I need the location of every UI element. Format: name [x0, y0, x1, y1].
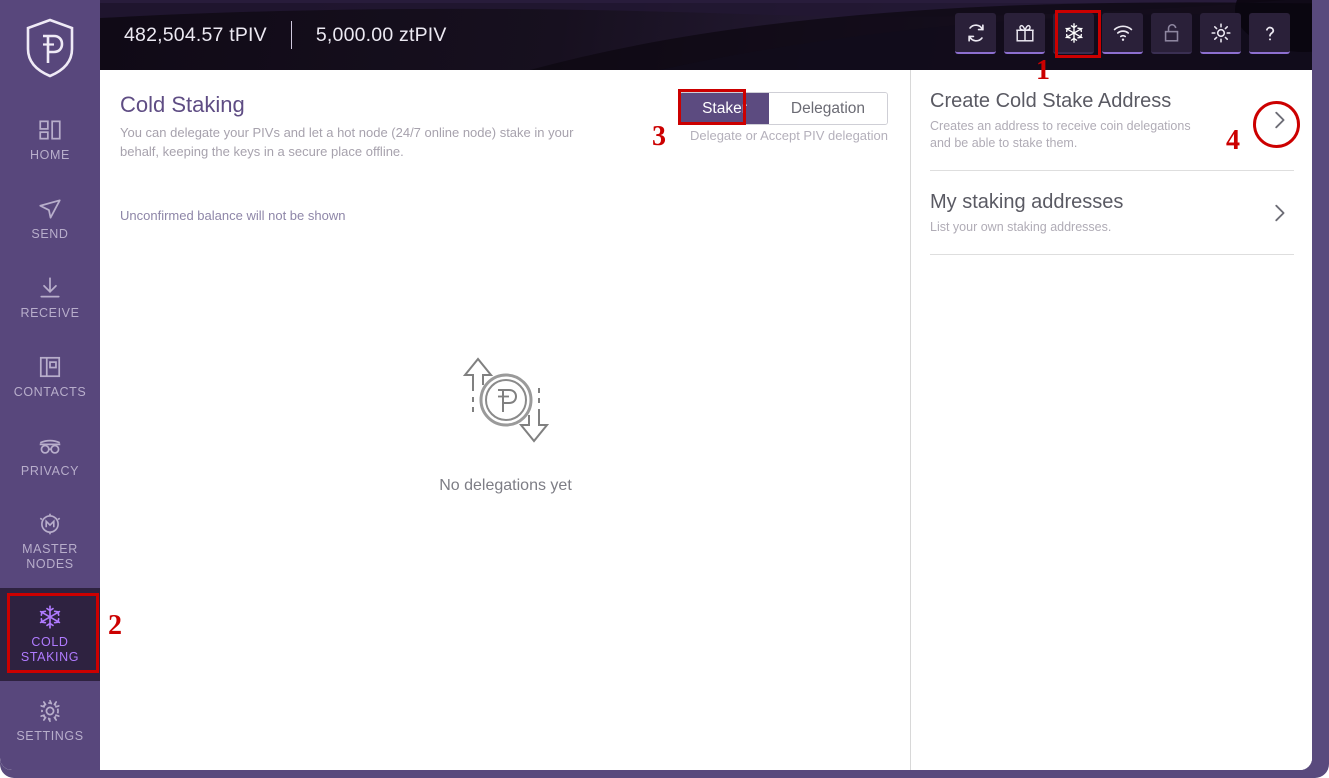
sidebar-item-label: MASTER NODES [22, 542, 78, 571]
main-panel: Cold Staking You can delegate your PIVs … [100, 70, 911, 770]
empty-state-text: No delegations yet [439, 477, 572, 494]
pivx-coin-exchange-arrows-icon [451, 345, 561, 455]
header-toolbar-gift-button[interactable] [1004, 13, 1045, 54]
tab-staker[interactable]: Staker [680, 93, 769, 124]
app-logo [0, 0, 100, 100]
balance-separator [290, 21, 292, 49]
snowflake-icon [37, 604, 63, 630]
page-subtitle: You can delegate your PIVs and let a hot… [120, 125, 574, 159]
wifi-icon [1112, 22, 1134, 44]
sidebar-item-receive[interactable]: RECEIVE [0, 258, 100, 337]
header-toolbar-help-button[interactable] [1249, 13, 1290, 54]
app-window: HOME SEND RECEIVE CONTACTS PRIVACY MASTE… [0, 0, 1329, 778]
sidebar: HOME SEND RECEIVE CONTACTS PRIVACY MASTE… [0, 0, 100, 770]
sync-refresh-icon [965, 22, 987, 44]
header-toolbar-connection-button[interactable] [1102, 13, 1143, 54]
header-toolbar-theme-button[interactable] [1200, 13, 1241, 54]
sidebar-item-contacts[interactable]: CONTACTS [0, 337, 100, 416]
snowflake-icon [1063, 22, 1085, 44]
sidebar-item-coldstaking[interactable]: COLD STAKING [0, 588, 100, 681]
page-title: Cold Staking [120, 92, 245, 117]
sidebar-item-privacy[interactable]: PRIVACY [0, 416, 100, 495]
sidebar-item-masternodes[interactable]: MASTER NODES [0, 495, 100, 588]
sidebar-item-label: SEND [31, 226, 69, 241]
my-staking-addresses-row[interactable]: My staking addresses List your own staki… [930, 171, 1294, 255]
sidebar-item-home[interactable]: HOME [0, 100, 100, 179]
sidebar-item-label: CONTACTS [13, 384, 87, 399]
header-toolbar [955, 13, 1290, 54]
masternode-icon [37, 511, 63, 537]
create-cold-stake-address-desc: Creates an address to receive coin deleg… [930, 119, 1191, 150]
sidebar-item-settings[interactable]: SETTINGS [0, 681, 100, 760]
tab-group: Staker Delegation [679, 92, 888, 125]
my-staking-addresses-desc: List your own staking addresses. [930, 220, 1112, 234]
unconfirmed-balance-notice: Unconfirmed balance will not be shown [120, 208, 346, 223]
window-frame: HOME SEND RECEIVE CONTACTS PRIVACY MASTE… [0, 0, 1329, 778]
send-icon [37, 196, 63, 222]
my-staking-addresses-chevron[interactable] [1268, 202, 1290, 224]
tab-delegation[interactable]: Delegation [768, 93, 887, 124]
header-bar: 482,504.57 tPIV 5,000.00 ztPIV [100, 0, 1312, 70]
gift-icon [1014, 22, 1036, 44]
sidebar-item-label: COLD STAKING [20, 635, 80, 664]
right-panel: Create Cold Stake Address Creates an add… [912, 70, 1312, 770]
receive-icon [37, 275, 63, 301]
unlock-icon [1161, 22, 1183, 44]
sidebar-item-label: RECEIVE [20, 305, 80, 320]
header-toolbar-lock-button[interactable] [1151, 13, 1192, 54]
my-staking-addresses-title: My staking addresses [930, 191, 1124, 213]
sidebar-item-label: PRIVACY [20, 463, 80, 478]
pivx-shield-logo [24, 17, 76, 84]
sidebar-item-label: HOME [30, 147, 70, 162]
content-area: Cold Staking You can delegate your PIVs … [100, 70, 1312, 770]
header-toolbar-sync-button[interactable] [955, 13, 996, 54]
create-cold-stake-address-chevron[interactable] [1268, 109, 1290, 131]
empty-state: No delegations yet [100, 70, 911, 770]
gear-icon [37, 698, 63, 724]
help-icon [1259, 22, 1281, 44]
balance-primary: 482,504.57 tPIV [124, 23, 267, 46]
header-toolbar-snowflake-button[interactable] [1053, 13, 1094, 54]
sidebar-item-label: SETTINGS [16, 728, 84, 743]
privacy-mask-icon [37, 433, 63, 459]
contacts-icon [37, 354, 63, 380]
create-cold-stake-address-title: Create Cold Stake Address [930, 90, 1172, 112]
sun-icon [1210, 22, 1232, 44]
tabs-subtitle: Delegate or Accept PIV delegation [689, 128, 888, 143]
create-cold-stake-address-row[interactable]: Create Cold Stake Address Creates an add… [930, 70, 1294, 171]
balance-secondary: 5,000.00 ztPIV [315, 23, 447, 46]
window-inner: HOME SEND RECEIVE CONTACTS PRIVACY MASTE… [0, 0, 1312, 770]
balance-group: 482,504.57 tPIV 5,000.00 ztPIV [124, 0, 447, 70]
dashboard-icon [37, 117, 63, 143]
sidebar-item-send[interactable]: SEND [0, 179, 100, 258]
